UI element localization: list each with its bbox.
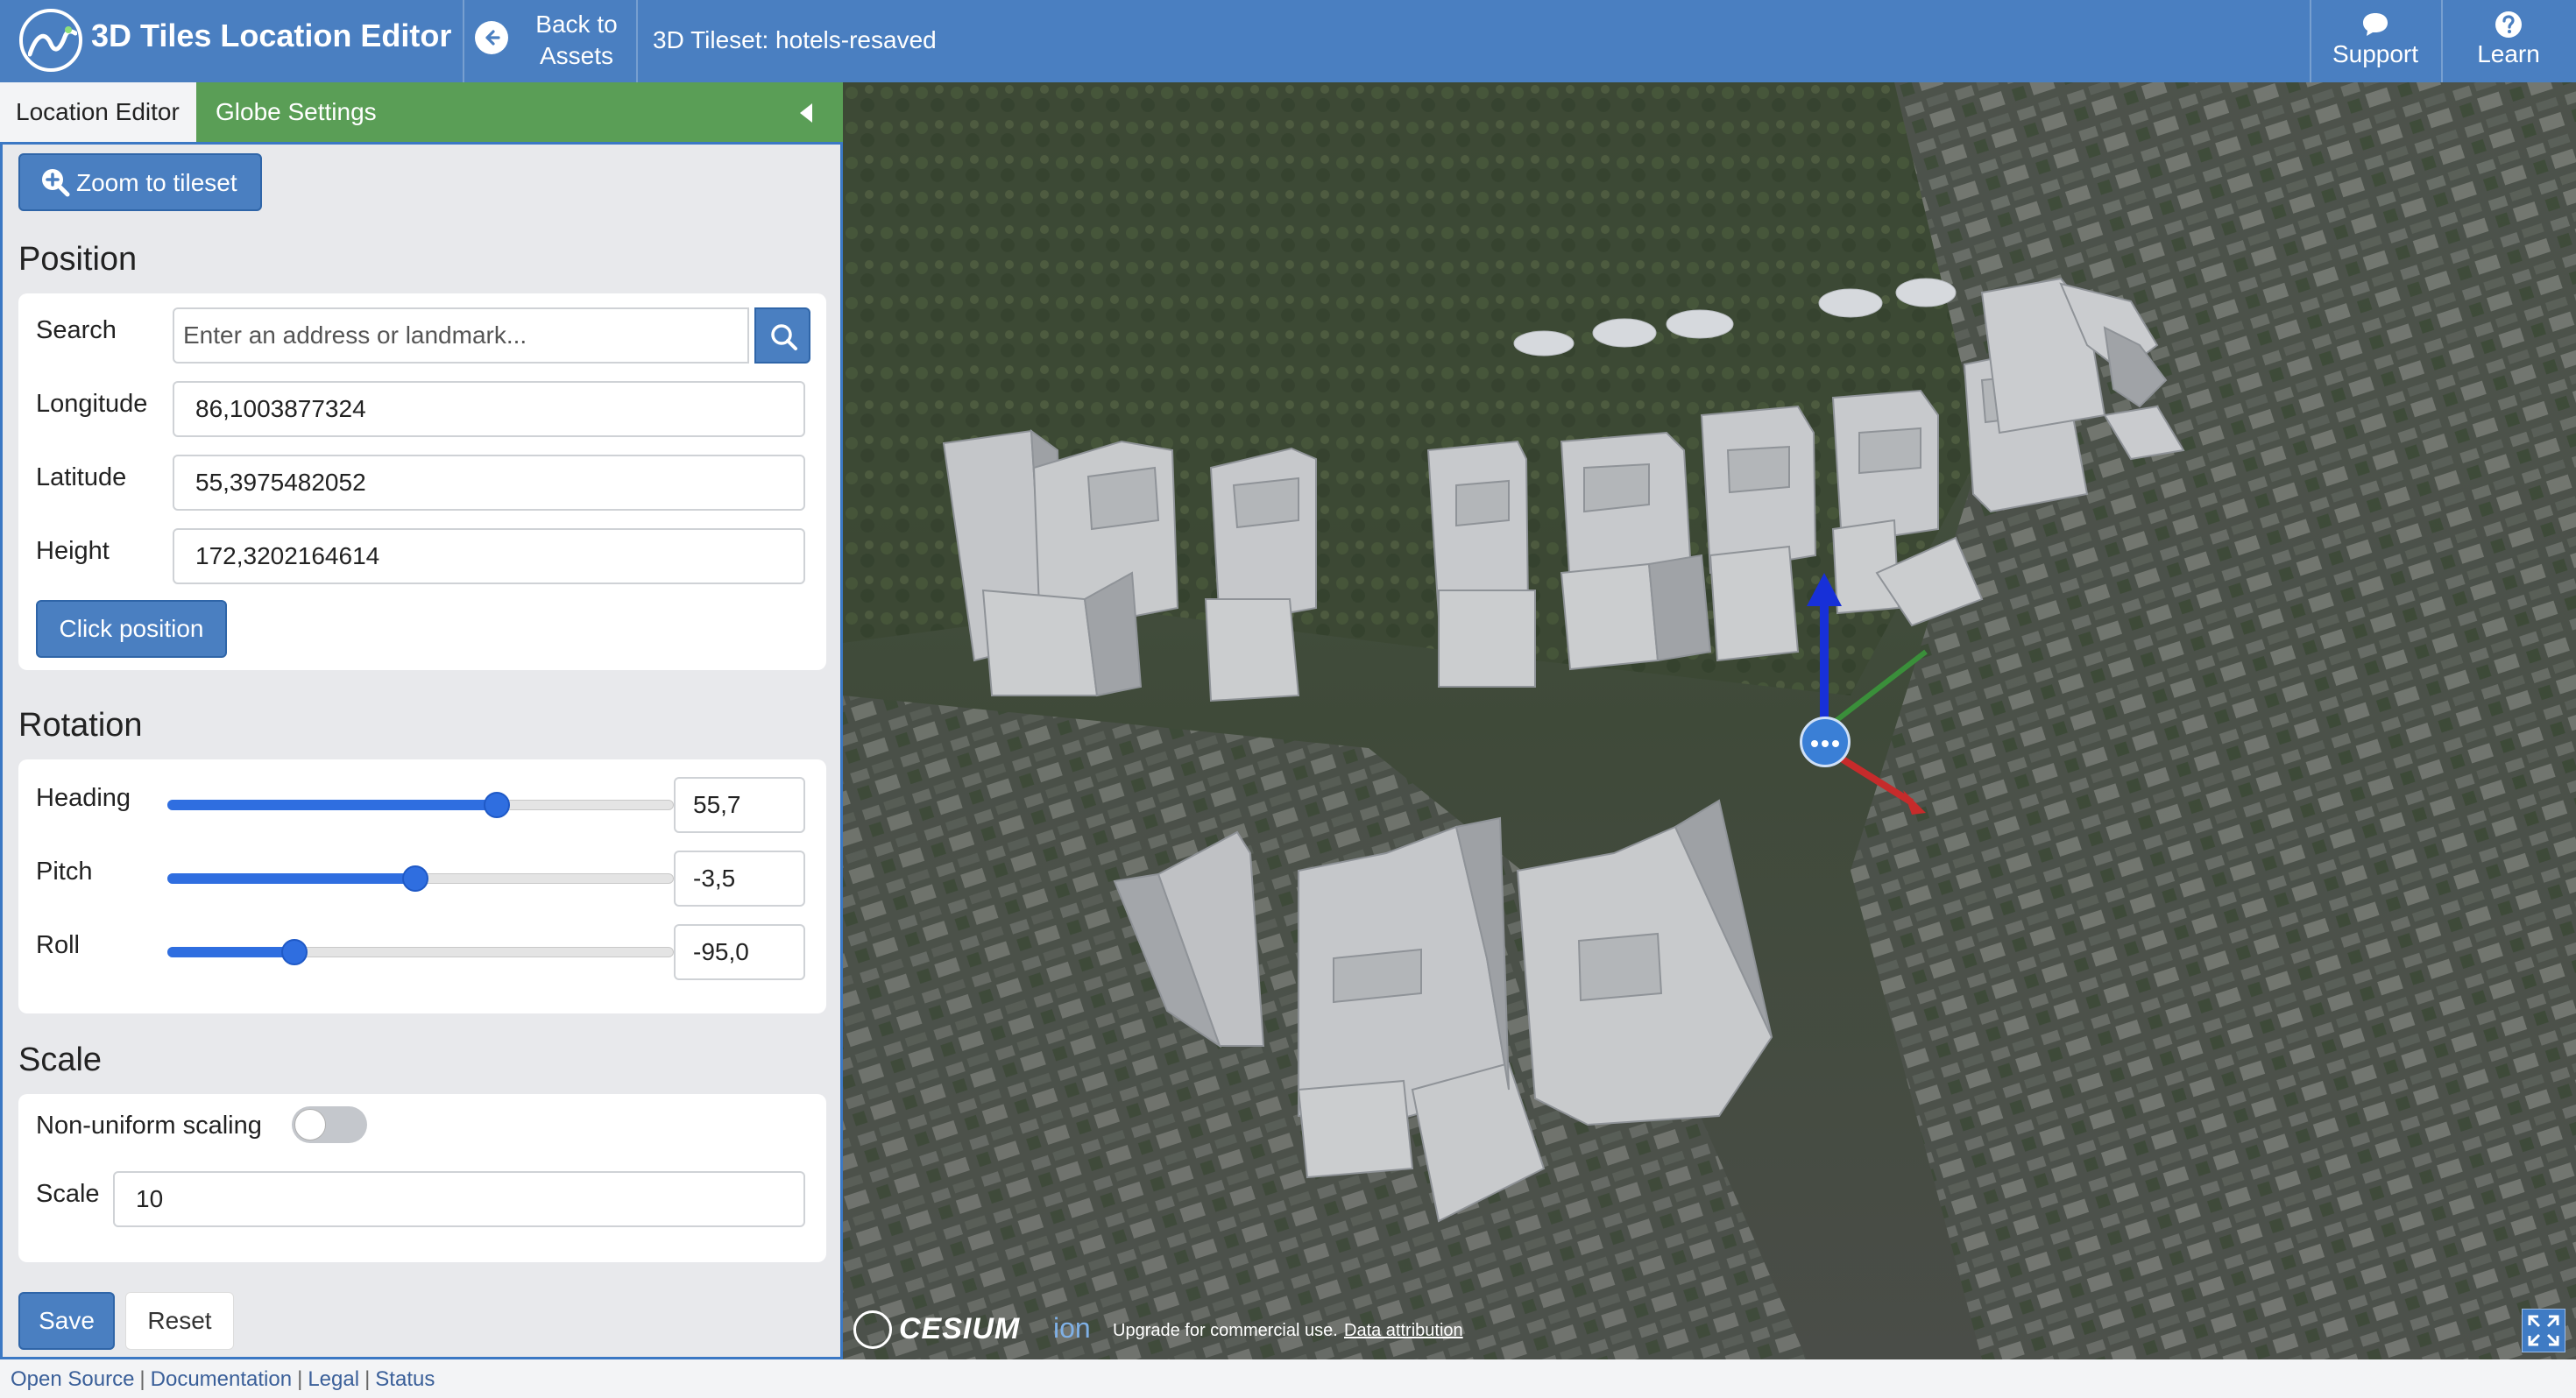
height-input[interactable]: [173, 528, 805, 584]
heading-input[interactable]: [674, 777, 805, 833]
tab-location-editor[interactable]: Location Editor: [0, 82, 196, 142]
footer-link-status[interactable]: Status: [375, 1367, 435, 1391]
roll-label: Roll: [36, 931, 80, 959]
search-button[interactable]: [754, 307, 810, 364]
arrow-left-circle-icon: [475, 21, 508, 54]
question-circle-icon: [2495, 11, 2522, 38]
height-label: Height: [36, 537, 110, 565]
nonuniform-scaling-label: Non-uniform scaling: [36, 1112, 262, 1140]
upgrade-notice: Upgrade for commercial use.: [1113, 1321, 1338, 1340]
back-to-assets-label: Back to Assets: [535, 11, 618, 69]
reset-button[interactable]: Reset: [125, 1292, 234, 1350]
back-to-assets-button[interactable]: Back to Assets: [464, 0, 635, 82]
cesium-logo-icon[interactable]: [19, 9, 82, 72]
heading-slider[interactable]: [167, 789, 674, 821]
scale-heading: Scale: [18, 1041, 103, 1078]
latitude-label: Latitude: [36, 463, 127, 491]
search-icon: [771, 324, 797, 350]
data-attribution-link[interactable]: Data attribution: [1344, 1321, 1463, 1341]
satellite-terrain-scene[interactable]: [843, 82, 2576, 1359]
search-label: Search: [36, 316, 117, 344]
tileset-name: 3D Tileset: hotels-resaved: [653, 26, 937, 53]
roll-slider[interactable]: [167, 936, 674, 968]
header-divider: [636, 0, 638, 82]
slider-thumb[interactable]: [483, 792, 510, 818]
nonuniform-scaling-toggle[interactable]: [292, 1106, 367, 1143]
scale-label: Scale: [36, 1180, 100, 1208]
editor-sidebar: Location Editor Globe Settings Zoom to t…: [0, 82, 843, 1359]
slider-fill: [167, 947, 294, 957]
footer-link-open-source[interactable]: Open Source: [11, 1367, 134, 1391]
cesium-ion-logo-icon: [853, 1310, 892, 1349]
search-input[interactable]: [173, 307, 749, 364]
roll-input[interactable]: [674, 924, 805, 980]
click-position-button[interactable]: Click position: [36, 600, 227, 658]
collapse-panel-icon[interactable]: [800, 103, 812, 123]
gizmo-more-options-handle[interactable]: [1800, 717, 1851, 767]
support-button[interactable]: Support: [2310, 0, 2441, 82]
scale-input[interactable]: [113, 1171, 805, 1227]
learn-button[interactable]: Learn: [2443, 0, 2574, 82]
footer: Open Source | Documentation | Legal | Status: [0, 1359, 2576, 1398]
rotation-heading: Rotation: [18, 707, 143, 744]
cesium-3d-viewer[interactable]: CESIUM ion Upgrade for commercial use. D…: [843, 82, 2576, 1359]
zoom-in-icon: [42, 169, 70, 197]
expand-icon: [2528, 1315, 2559, 1346]
slider-fill: [167, 873, 416, 884]
pitch-input[interactable]: [674, 851, 805, 907]
app-title: 3D Tiles Location Editor: [91, 18, 452, 53]
tab-strip: Location Editor Globe Settings: [0, 82, 843, 142]
slider-thumb[interactable]: [280, 939, 308, 965]
app-header: 3D Tiles Location Editor Back to Assets …: [0, 0, 2576, 82]
position-heading: Position: [18, 241, 138, 278]
scale-card: Non-uniform scaling Scale: [18, 1094, 826, 1262]
position-card: Search Longitude Latitude Height Click p…: [18, 293, 826, 670]
longitude-input[interactable]: [173, 381, 805, 437]
pitch-label: Pitch: [36, 858, 93, 886]
slider-fill: [167, 800, 497, 810]
zoom-to-tileset-button[interactable]: Zoom to tileset: [18, 153, 262, 211]
location-editor-panel: Zoom to tileset Position Search Longitud…: [0, 142, 843, 1359]
footer-link-documentation[interactable]: Documentation: [151, 1367, 292, 1391]
longitude-label: Longitude: [36, 390, 148, 418]
chat-bubble-icon: [2363, 13, 2388, 36]
footer-links: Open Source | Documentation | Legal | Status: [11, 1367, 435, 1391]
rotation-card: Heading Pitch Roll: [18, 759, 826, 1013]
latitude-input[interactable]: [173, 455, 805, 511]
pitch-slider[interactable]: [167, 863, 674, 894]
ion-wordmark: ion: [1053, 1312, 1091, 1344]
slider-thumb[interactable]: [402, 865, 429, 892]
heading-label: Heading: [36, 784, 131, 812]
footer-link-legal[interactable]: Legal: [308, 1367, 359, 1391]
cesium-wordmark: CESIUM: [899, 1312, 1021, 1345]
save-button[interactable]: Save: [18, 1292, 115, 1350]
fullscreen-button[interactable]: [2522, 1309, 2565, 1352]
toggle-knob: [294, 1109, 326, 1140]
tab-globe-settings[interactable]: Globe Settings: [200, 82, 638, 142]
